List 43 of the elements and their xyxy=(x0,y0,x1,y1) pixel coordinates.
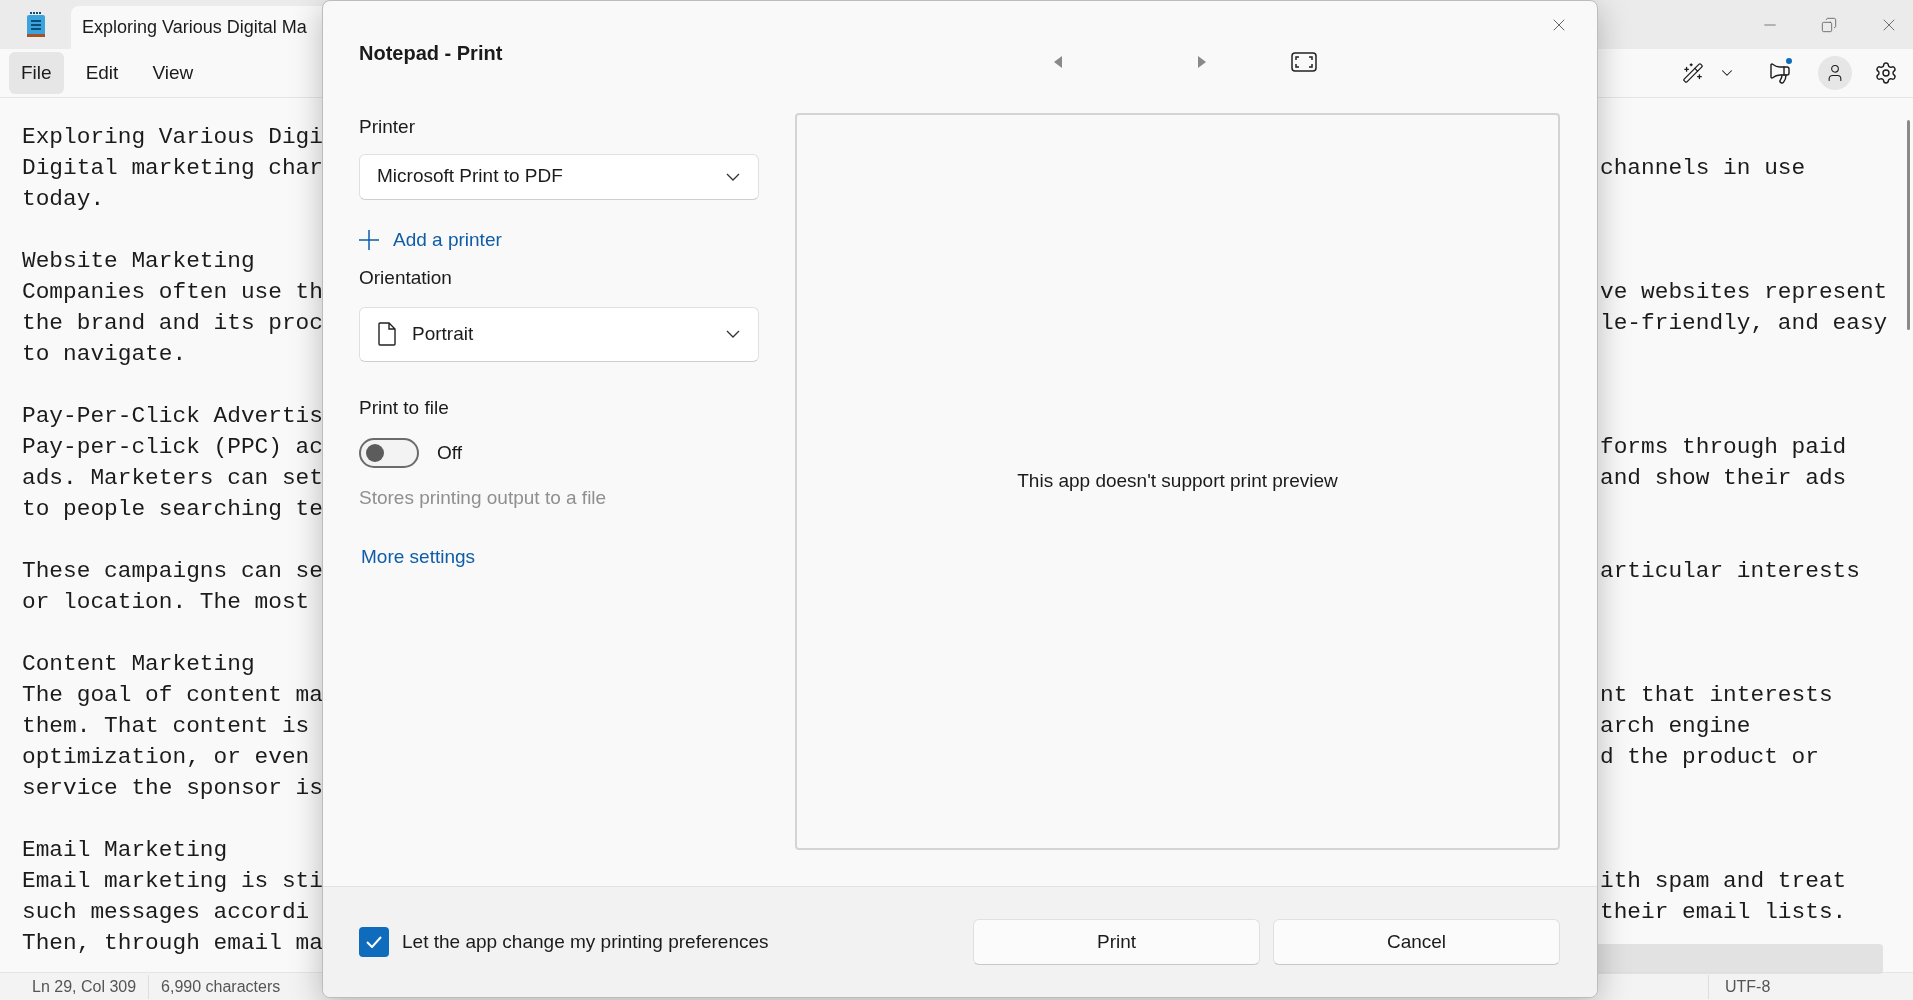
text-line: The goal of content ma xyxy=(22,682,323,708)
text-line: d the product or xyxy=(1600,744,1819,770)
hint-text: Stores printing output to a file xyxy=(359,486,608,510)
text-line: to people searching te xyxy=(22,496,323,522)
text-line: Digital marketing char xyxy=(22,155,323,181)
text-line: the brand and its proc xyxy=(22,310,323,336)
status-text: Ln 29, Col 309 xyxy=(32,977,137,995)
text-line: Email Marketing xyxy=(22,837,228,863)
toggle-state: Off xyxy=(437,440,462,465)
text-line: Pay-Per-Click Advertis xyxy=(22,403,323,429)
text-line: service the sponsor is xyxy=(22,775,323,801)
text-line: and show their ads xyxy=(1600,465,1847,491)
text-line: to navigate. xyxy=(22,341,187,367)
checkbox-label: Let the app change my printing preferences xyxy=(402,929,770,954)
text-line: articular interests xyxy=(1600,558,1860,584)
text-line: Pay-per-click (PPC) ac xyxy=(22,434,323,460)
text-line: Content Marketing xyxy=(22,651,255,677)
text-line: ith spam and treat xyxy=(1600,868,1847,894)
text-line: Exploring Various Digi xyxy=(22,124,323,150)
text-line: ads. Marketers can set xyxy=(22,465,323,491)
text-line: or location. The most xyxy=(22,589,310,615)
status-text: UTF-8 xyxy=(1725,977,1771,995)
status-text: 6,990 characters xyxy=(161,977,281,995)
text-line: them. That content is xyxy=(22,713,310,739)
text-line: Website Marketing xyxy=(22,248,255,274)
text-line: le-friendly, and easy xyxy=(1600,310,1888,336)
preview-message: This app doesn't support print preview xyxy=(1017,469,1338,494)
text-line: forms through paid xyxy=(1600,434,1847,460)
text-line: their email lists. xyxy=(1600,899,1847,925)
text-line: Then, through email ma xyxy=(22,930,323,956)
text-line: These campaigns can se xyxy=(22,558,323,584)
text-line: optimization, or even xyxy=(22,744,310,770)
text-line: ve websites represent xyxy=(1600,279,1888,305)
field-label: Orientation xyxy=(359,266,453,290)
text-line: today. xyxy=(22,186,105,212)
text-line: such messages accordi xyxy=(22,899,310,925)
text-line: Email marketing is sti xyxy=(22,868,323,894)
text-line: arch engine xyxy=(1600,713,1751,739)
field-label: Print to file xyxy=(359,395,450,420)
field-label: Printer xyxy=(359,115,416,139)
text-line: channels in use xyxy=(1600,155,1806,181)
text-line: Companies often use th xyxy=(22,279,323,305)
text-line: nt that interests xyxy=(1600,682,1833,708)
